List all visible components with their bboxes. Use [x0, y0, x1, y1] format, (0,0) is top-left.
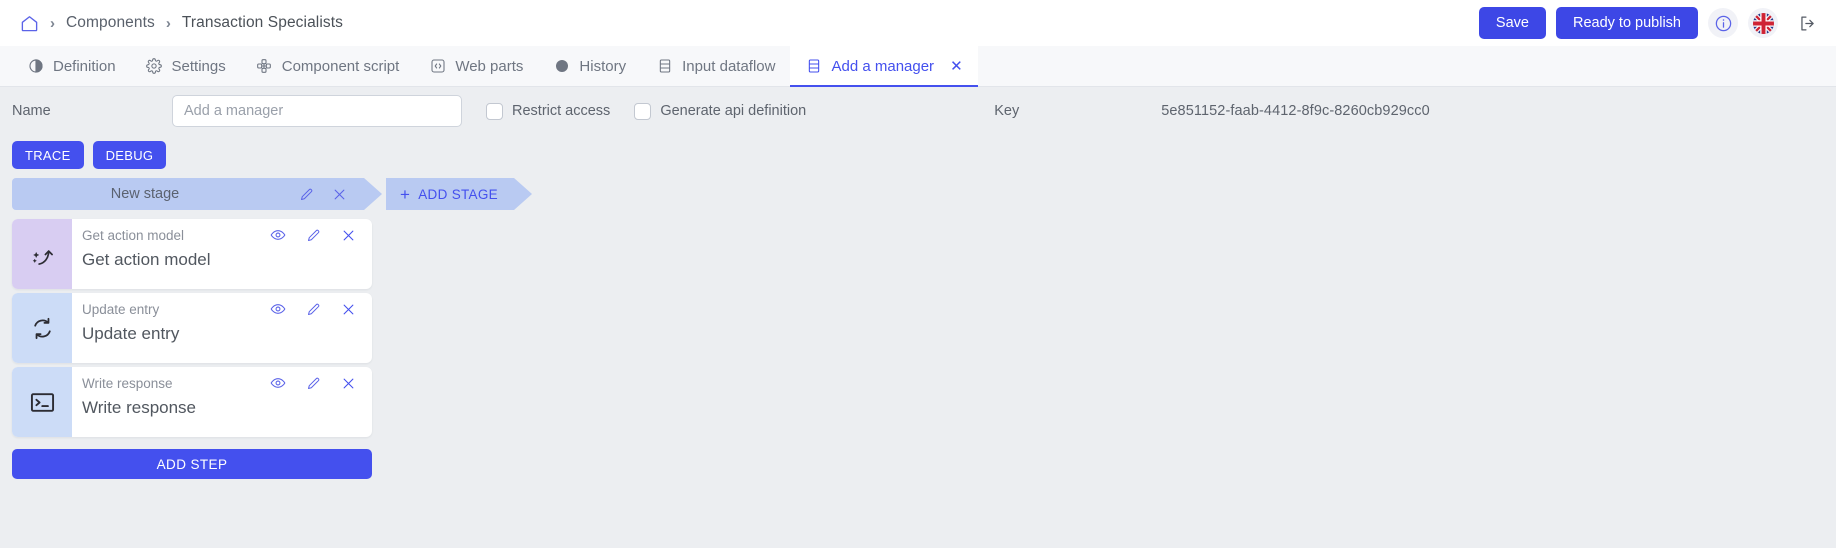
generate-api-definition-label: Generate api definition: [660, 103, 806, 119]
tab-settings[interactable]: Settings: [131, 46, 241, 86]
pencil-icon[interactable]: [305, 301, 321, 317]
home-icon[interactable]: [20, 14, 39, 33]
tab-label: Web parts: [455, 58, 523, 75]
info-circle-icon[interactable]: [1708, 8, 1738, 38]
name-label: Name: [12, 103, 172, 119]
eye-icon[interactable]: [270, 227, 286, 243]
breadcrumb-separator-1: ›: [50, 16, 55, 31]
table-row[interactable]: Update entry: [12, 293, 372, 363]
tab-label: Component script: [282, 58, 400, 75]
gear-icon: [146, 58, 163, 75]
breadcrumb-item-components[interactable]: Components: [66, 14, 155, 32]
restrict-access-checkbox[interactable]: Restrict access: [486, 103, 610, 120]
name-input[interactable]: [172, 95, 462, 127]
step-subtitle: Write response: [82, 376, 270, 391]
save-button[interactable]: Save: [1479, 7, 1546, 39]
restrict-access-label: Restrict access: [512, 103, 610, 119]
step-content: Write response: [72, 367, 372, 437]
trace-button[interactable]: TRACE: [12, 141, 84, 169]
tab-label: Settings: [172, 58, 226, 75]
tab-label: Input dataflow: [682, 58, 775, 75]
tab-label: Definition: [53, 58, 116, 75]
terminal-console-icon: [12, 367, 72, 437]
refresh-sync-icon: [12, 293, 72, 363]
add-stage-arrow: [514, 178, 532, 210]
pencil-icon[interactable]: [305, 227, 321, 243]
stage-bar: New stage + ADD STAGE: [0, 177, 1836, 211]
step-content: Get action model: [72, 219, 372, 289]
pencil-icon[interactable]: [298, 186, 315, 203]
close-x-icon[interactable]: [340, 301, 356, 317]
debug-button[interactable]: DEBUG: [93, 141, 167, 169]
plus-icon: +: [400, 186, 410, 203]
properties-row: Name Restrict access Generate api defini…: [0, 87, 1836, 135]
tab-label: History: [579, 58, 626, 75]
step-subtitle: Update entry: [82, 302, 270, 317]
tab-add-a-manager[interactable]: Add a manager ✕: [790, 46, 977, 86]
breadcrumb-separator-2: ›: [166, 16, 171, 31]
step-header: Write response: [82, 375, 360, 391]
add-stage-button[interactable]: + ADD STAGE: [386, 178, 514, 210]
tab-bar: Definition Settings Component script: [0, 46, 1836, 87]
step-title: Update entry: [82, 324, 360, 344]
tab-close-icon[interactable]: ✕: [950, 59, 963, 74]
stage-new-stage[interactable]: New stage: [12, 178, 364, 210]
list-panel-icon: [805, 58, 822, 75]
step-title: Write response: [82, 398, 360, 418]
tab-label: Add a manager: [831, 58, 934, 75]
clock-filled-icon: [553, 58, 570, 75]
list-panel-icon: [656, 58, 673, 75]
breadcrumb-item-transaction-specialists[interactable]: Transaction Specialists: [182, 14, 343, 32]
tab-definition[interactable]: Definition: [12, 46, 131, 86]
stage-name: New stage: [26, 186, 298, 202]
magic-wand-sparkle-icon: [12, 219, 72, 289]
debug-toolbar: TRACE DEBUG: [0, 135, 1836, 177]
uk-flag-icon[interactable]: [1748, 8, 1778, 38]
step-header: Update entry: [82, 301, 360, 317]
step-actions: [270, 375, 360, 391]
code-brackets-icon: [429, 58, 446, 75]
checkbox-box: [486, 103, 503, 120]
table-row[interactable]: Write response: [12, 367, 372, 437]
step-title: Get action model: [82, 250, 360, 270]
step-content: Update entry: [72, 293, 372, 363]
step-actions: [270, 227, 360, 243]
eye-icon[interactable]: [270, 375, 286, 391]
step-actions: [270, 301, 360, 317]
add-stage-label: ADD STAGE: [418, 187, 498, 202]
tab-web-parts[interactable]: Web parts: [414, 46, 538, 86]
stage-arrow: [364, 178, 382, 210]
top-bar: › Components › Transaction Specialists S…: [0, 0, 1836, 46]
tab-component-script[interactable]: Component script: [241, 46, 415, 86]
steps-list: Get action model: [0, 211, 372, 437]
key-label: Key: [994, 103, 1019, 119]
step-header: Get action model: [82, 227, 360, 243]
close-x-icon[interactable]: [340, 375, 356, 391]
add-step-button[interactable]: ADD STEP: [12, 449, 372, 479]
logout-icon[interactable]: [1796, 12, 1818, 34]
step-subtitle: Get action model: [82, 228, 270, 243]
pencil-icon[interactable]: [305, 375, 321, 391]
tab-input-dataflow[interactable]: Input dataflow: [641, 46, 790, 86]
table-row[interactable]: Get action model: [12, 219, 372, 289]
contrast-circle-icon: [27, 58, 44, 75]
checkbox-box: [634, 103, 651, 120]
ready-to-publish-button[interactable]: Ready to publish: [1556, 7, 1698, 39]
generate-api-definition-checkbox[interactable]: Generate api definition: [634, 103, 806, 120]
top-bar-actions: Save Ready to publish: [1479, 7, 1818, 39]
eye-icon[interactable]: [270, 301, 286, 317]
puzzle-icon: [256, 58, 273, 75]
tab-history[interactable]: History: [538, 46, 641, 86]
key-value: 5e851152-faab-4412-8f9c-8260cb929cc0: [1161, 103, 1430, 119]
breadcrumb: › Components › Transaction Specialists: [20, 14, 343, 33]
close-x-icon[interactable]: [331, 186, 348, 203]
close-x-icon[interactable]: [340, 227, 356, 243]
